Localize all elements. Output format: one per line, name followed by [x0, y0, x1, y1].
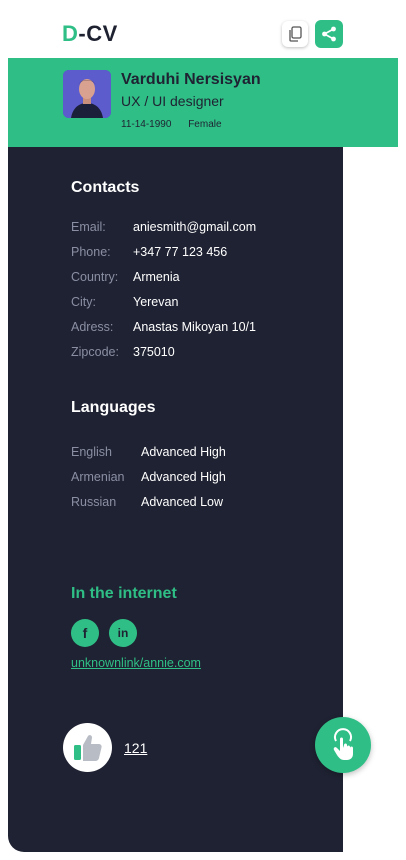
top-bar: D-CV — [0, 0, 406, 58]
facebook-icon[interactable]: f — [71, 619, 99, 647]
share-icon — [322, 26, 336, 42]
contact-label: Zipcode: — [71, 345, 119, 359]
profile-role: UX / UI designer — [121, 93, 224, 109]
like-count[interactable]: 121 — [124, 740, 147, 756]
linkedin-icon[interactable]: in — [109, 619, 137, 647]
language-name: English — [71, 445, 112, 459]
profile-header: Varduhi Nersisyan UX / UI designer 11-14… — [8, 58, 398, 147]
language-level: Advanced High — [141, 470, 226, 484]
birthdate: 11-14-1990 — [121, 119, 172, 130]
language-level: Advanced High — [141, 445, 226, 459]
internet-title: In the internet — [71, 585, 177, 602]
contact-label: Email: — [71, 220, 106, 234]
contact-value[interactable]: aniesmith@gmail.com — [133, 219, 256, 235]
contact-value: 375010 — [133, 345, 175, 359]
avatar — [63, 70, 111, 118]
profile-meta: 11-14-1990 Female — [121, 119, 236, 130]
contact-value[interactable]: +347 77 123 456 — [133, 244, 227, 260]
contact-value: Yerevan — [133, 295, 179, 309]
share-button[interactable] — [315, 20, 343, 48]
tap-hand-icon — [333, 728, 353, 760]
copy-button[interactable] — [282, 21, 308, 47]
contact-label: City: — [71, 295, 96, 309]
thumbs-up-icon — [73, 734, 102, 761]
tap-action-button[interactable] — [315, 717, 371, 773]
language-level: Advanced Low — [141, 495, 224, 509]
contact-value: Armenia — [133, 270, 180, 284]
contact-label: Country: — [71, 270, 119, 284]
gender: Female — [188, 119, 222, 130]
contact-value: Anastas Mikoyan 10/1 — [133, 320, 256, 334]
profile-link[interactable]: unknownlink/annie.com — [71, 656, 201, 670]
contacts-title: Contacts — [71, 179, 140, 196]
contact-label: Phone: — [71, 245, 111, 259]
app-logo[interactable]: D-CV — [62, 22, 118, 46]
profile-name: Varduhi Nersisyan — [121, 71, 261, 88]
language-name: Russian — [71, 495, 117, 509]
copy-icon — [289, 26, 302, 42]
language-name: Armenian — [71, 470, 125, 484]
contact-label: Adress: — [71, 320, 114, 334]
like-button[interactable] — [63, 723, 112, 772]
languages-title: Languages — [71, 399, 156, 416]
